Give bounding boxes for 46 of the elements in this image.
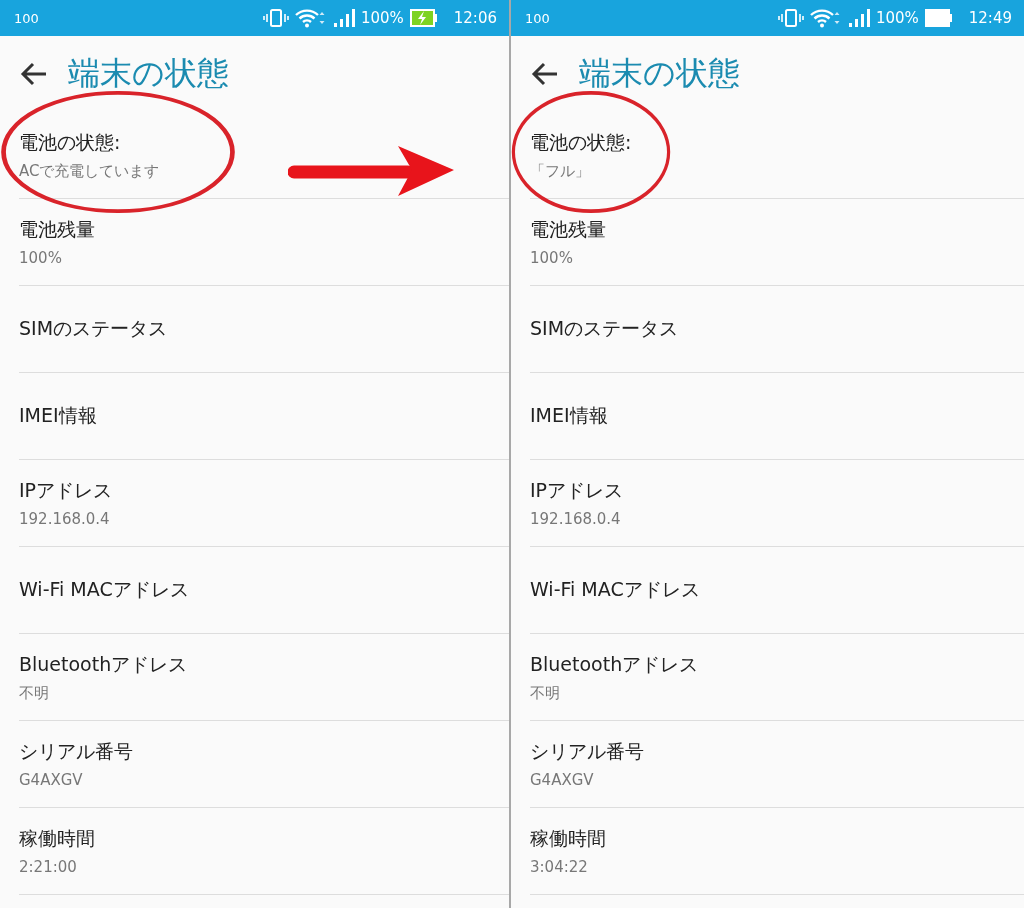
wifi-icon	[809, 8, 842, 28]
setting-title[interactable]: Wi-Fi MACアドレス	[19, 577, 189, 603]
battery-percent: 100%	[875, 9, 919, 27]
setting-title[interactable]: 電池の状態:	[530, 129, 632, 156]
setting-title[interactable]: 電池残量	[530, 217, 606, 243]
vibrate-icon	[777, 8, 804, 28]
setting-title[interactable]: シリアル番号	[19, 739, 133, 765]
setting-value: G4AXGV	[19, 771, 84, 789]
setting-title[interactable]: SIMのステータス	[530, 316, 679, 342]
battery-percent: 100%	[360, 9, 404, 27]
setting-value: 192.168.0.4	[530, 510, 622, 528]
setting-value: 「フル」	[530, 161, 591, 181]
back-arrow-icon[interactable]	[531, 62, 559, 86]
signal-icon	[332, 8, 355, 28]
signal-icon	[847, 8, 870, 28]
setting-title[interactable]: IMEI情報	[19, 403, 97, 429]
setting-title[interactable]: IPアドレス	[19, 478, 113, 504]
screen-title: 端末の状態	[579, 53, 740, 94]
status-text: 100	[14, 10, 39, 26]
setting-value: 不明	[530, 683, 561, 703]
setting-value: 192.168.0.4	[19, 510, 111, 528]
vibrate-icon	[262, 8, 289, 28]
setting-title[interactable]: IMEI情報	[530, 403, 608, 429]
setting-title[interactable]: 稼働時間	[19, 826, 95, 852]
back-arrow-icon[interactable]	[20, 62, 48, 86]
setting-title[interactable]: Wi-Fi MACアドレス	[530, 577, 700, 603]
setting-title[interactable]: Bluetoothアドレス	[530, 651, 699, 678]
setting-title[interactable]: SIMのステータス	[19, 316, 168, 342]
setting-value: 不明	[19, 683, 50, 703]
setting-value: 100%	[19, 249, 63, 267]
setting-title[interactable]: シリアル番号	[530, 739, 644, 765]
setting-title[interactable]: 電池残量	[19, 217, 95, 243]
setting-value: G4AXGV	[530, 771, 595, 789]
wifi-icon	[294, 8, 327, 28]
setting-value: 3:04:22	[530, 858, 589, 876]
setting-value: 100%	[530, 249, 574, 267]
clock-time: 12:06	[453, 9, 497, 27]
clock-time: 12:49	[968, 9, 1012, 27]
screen-title: 端末の状態	[68, 53, 229, 94]
setting-value: 2:21:00	[19, 858, 78, 876]
setting-title[interactable]: 電池の状態:	[19, 129, 160, 156]
setting-title[interactable]: 稼働時間	[530, 826, 606, 852]
setting-value: ACで充電しています	[19, 161, 160, 181]
setting-title[interactable]: IPアドレス	[530, 478, 624, 504]
setting-title[interactable]: Bluetoothアドレス	[19, 651, 188, 678]
status-text: 100	[525, 10, 550, 26]
